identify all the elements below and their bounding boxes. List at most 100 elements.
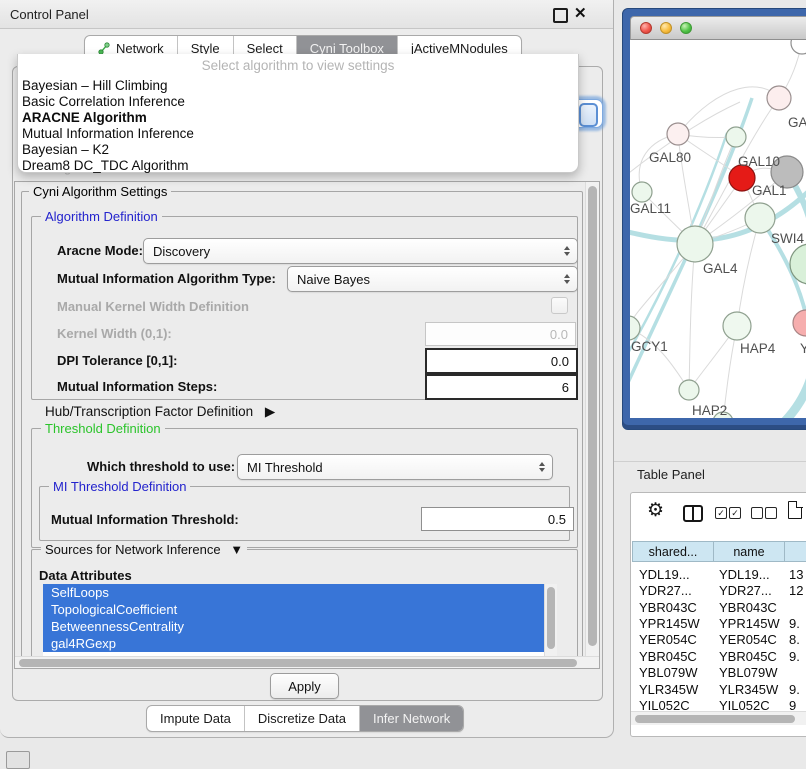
expand-arrow-icon[interactable]: ▶ xyxy=(265,404,275,419)
mi-steps-field[interactable]: 6 xyxy=(425,374,578,400)
algorithm-option-basic-correlation[interactable]: Basic Correlation Inference xyxy=(21,94,572,110)
mi-algorithm-type-value: Naive Bayes xyxy=(297,272,370,287)
which-threshold-combobox[interactable]: MI Threshold xyxy=(237,454,553,480)
cell[interactable]: YDL19... xyxy=(719,567,770,582)
sources-title-row[interactable]: Sources for Network Inference ▼ xyxy=(41,542,247,557)
data-attributes-list: SelfLoops TopologicalCoefficient Between… xyxy=(43,584,557,656)
cell[interactable]: YBR045C xyxy=(639,649,697,664)
node-y-clipped[interactable] xyxy=(793,310,806,336)
cell[interactable]: YER054C xyxy=(639,632,697,647)
float-panel-icon[interactable] xyxy=(553,8,568,23)
cell[interactable]: YLR345W xyxy=(719,682,778,697)
algorithm-option-bayesian-k2[interactable]: Bayesian – K2 xyxy=(21,142,572,158)
node-unlabeled-top[interactable] xyxy=(791,40,806,54)
cell[interactable]: YBR043C xyxy=(639,600,697,615)
cell[interactable]: YBR045C xyxy=(719,649,777,664)
node-label-hap2: HAP2 xyxy=(692,403,727,418)
manual-kernel-width-checkbox[interactable] xyxy=(551,297,568,314)
node-gal11[interactable] xyxy=(632,182,652,202)
column-header-shared-name[interactable]: shared... xyxy=(632,541,714,562)
unchecked-checkbox-icon[interactable] xyxy=(751,507,763,519)
cell[interactable]: YBL079W xyxy=(719,665,778,680)
column-header-clipped[interactable]: A xyxy=(784,541,806,562)
dpi-tolerance-value: 0.0 xyxy=(551,354,569,369)
list-item-topologicalcoefficient[interactable]: TopologicalCoefficient xyxy=(43,601,552,618)
apply-button[interactable]: Apply xyxy=(270,673,339,699)
cell[interactable]: 9. xyxy=(789,682,800,697)
docked-panel-icon[interactable] xyxy=(6,751,30,769)
hub-definition-toggle[interactable]: Hub/Transcription Factor Definition ▶ xyxy=(45,404,275,420)
mi-steps-label: Mutual Information Steps: xyxy=(57,379,217,394)
cell[interactable]: YLR345W xyxy=(639,682,698,697)
cell[interactable]: YDL19... xyxy=(639,567,690,582)
settings-vscrollbar[interactable] xyxy=(585,182,600,656)
node-label-gal80: GAL80 xyxy=(649,150,691,165)
table-hscrollbar-thumb[interactable] xyxy=(635,715,795,723)
table-hscrollbar[interactable] xyxy=(631,711,806,725)
settings-hscrollbar-thumb[interactable] xyxy=(19,659,577,667)
zoom-traffic-light-icon[interactable] xyxy=(680,22,692,34)
node-gal80[interactable] xyxy=(667,123,689,145)
cell[interactable]: YDR27... xyxy=(639,583,692,598)
document-function-icon[interactable] xyxy=(788,501,802,519)
list-item-betweennesscentrality[interactable]: BetweennessCentrality xyxy=(43,618,552,635)
gear-icon[interactable]: ⚙ xyxy=(647,501,664,520)
checked-checkbox-icon-2[interactable]: ✓ xyxy=(729,507,741,519)
algorithm-option-dream8[interactable]: Dream8 DC_TDC Algorithm xyxy=(21,158,572,174)
tab-impute-data[interactable]: Impute Data xyxy=(147,706,244,731)
node-hap4[interactable] xyxy=(723,312,751,340)
dpi-tolerance-label: DPI Tolerance [0,1]: xyxy=(57,353,177,368)
node-gal10[interactable] xyxy=(726,127,746,147)
tab-infer-network[interactable]: Infer Network xyxy=(359,706,463,731)
node-label-gal-clipped: GAL xyxy=(788,115,806,130)
aracne-mode-combobox[interactable]: Discovery xyxy=(143,238,578,264)
tab-infer-network-label: Infer Network xyxy=(373,711,450,726)
list-item-selfloops[interactable]: SelfLoops xyxy=(43,584,552,601)
node-gal1[interactable] xyxy=(745,203,775,233)
cell[interactable]: YDR27... xyxy=(719,583,772,598)
network-window-titlebar[interactable] xyxy=(630,16,806,40)
collapse-arrow-icon[interactable]: ▼ xyxy=(230,542,243,557)
cell[interactable]: YBR043C xyxy=(719,600,777,615)
settings-hscrollbar[interactable] xyxy=(15,656,599,669)
algorithm-option-aracne[interactable]: ARACNE Algorithm xyxy=(21,110,572,126)
node-gal4[interactable] xyxy=(677,226,713,262)
tab-discretize-data[interactable]: Discretize Data xyxy=(244,706,359,731)
settings-vscrollbar-thumb[interactable] xyxy=(588,186,597,646)
node-label-y-clipped: Y xyxy=(800,341,806,356)
unchecked-checkbox-icon-2[interactable] xyxy=(765,507,777,519)
cell[interactable]: YPR145W xyxy=(639,616,700,631)
network-canvas[interactable]: GAL80 GAL10 GAL GAL11 GAL1 SWI4 GAL4 GCY… xyxy=(630,40,806,418)
node-label-hap4: HAP4 xyxy=(740,341,776,356)
aracne-mode-label: Aracne Mode: xyxy=(57,243,143,258)
cell[interactable]: 12 xyxy=(789,583,803,598)
algorithm-option-bayesian-hill-climbing[interactable]: Bayesian – Hill Climbing xyxy=(21,78,572,94)
column-header-name[interactable]: name xyxy=(713,541,785,562)
cell[interactable]: YBL079W xyxy=(639,665,698,680)
columns-icon[interactable] xyxy=(683,505,703,522)
close-panel-icon[interactable]: ✕ xyxy=(574,4,587,22)
combo-stepper-icon xyxy=(579,103,598,127)
list-item-gal4rgexp[interactable]: gal4RGexp xyxy=(43,635,552,652)
node-gal-clipped[interactable] xyxy=(767,86,791,110)
tab-impute-data-label: Impute Data xyxy=(160,711,231,726)
algorithm-option-mutual-information[interactable]: Mutual Information Inference xyxy=(21,126,572,142)
checked-checkbox-icon[interactable]: ✓ xyxy=(715,507,727,519)
mi-algorithm-type-combobox[interactable]: Naive Bayes xyxy=(287,266,578,292)
close-traffic-light-icon[interactable] xyxy=(640,22,652,34)
cell[interactable]: YER054C xyxy=(719,632,777,647)
cell[interactable]: 13 xyxy=(789,567,803,582)
kernel-width-field[interactable]: 0.0 xyxy=(425,322,576,346)
cell[interactable]: YPR145W xyxy=(719,616,780,631)
cell[interactable]: 9. xyxy=(789,649,800,664)
cell[interactable]: 9. xyxy=(789,616,800,631)
attr-list-scrollbar-thumb[interactable] xyxy=(547,587,555,649)
node-hap2[interactable] xyxy=(679,380,699,400)
mi-threshold-value: 0.5 xyxy=(548,512,566,527)
minimize-traffic-light-icon[interactable] xyxy=(660,22,672,34)
attr-list-scrollbar[interactable] xyxy=(544,584,557,656)
network-view-window: GAL80 GAL10 GAL GAL11 GAL1 SWI4 GAL4 GCY… xyxy=(622,8,806,430)
cell[interactable]: 8. xyxy=(789,632,800,647)
mi-threshold-field[interactable]: 0.5 xyxy=(421,507,574,531)
dpi-tolerance-field[interactable]: 0.0 xyxy=(425,348,578,374)
